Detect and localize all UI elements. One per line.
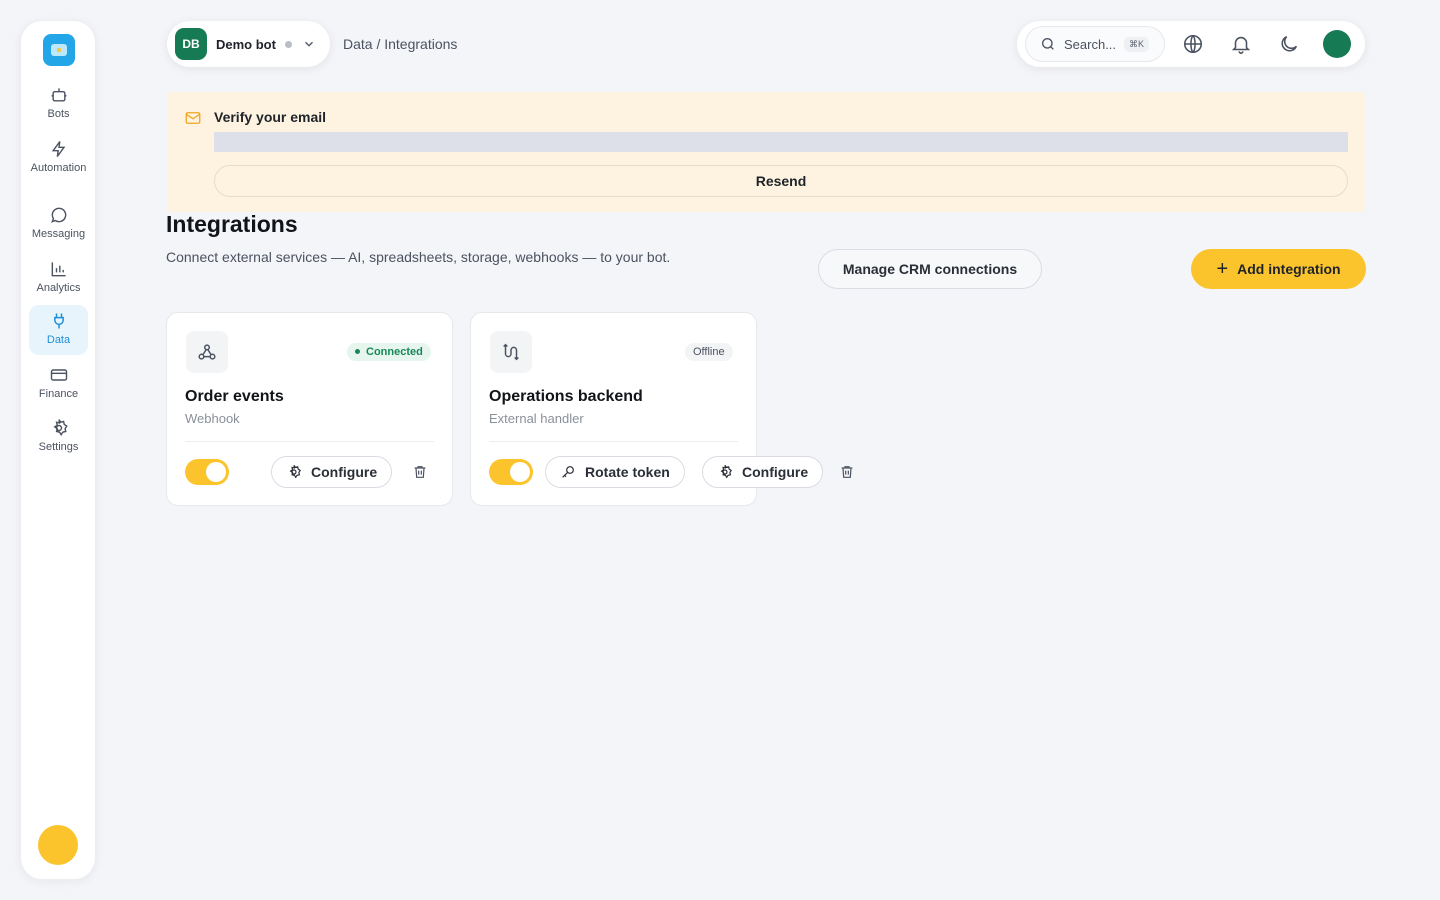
banner-title: Verify your email bbox=[214, 109, 327, 125]
integration-type: Webhook bbox=[185, 411, 240, 426]
key-icon bbox=[562, 466, 574, 478]
search-icon bbox=[1042, 38, 1054, 50]
rotate-token-button[interactable]: Rotate token bbox=[545, 456, 685, 488]
sidebar-item-settings[interactable]: Settings bbox=[29, 412, 88, 453]
gear-icon bbox=[52, 419, 68, 436]
bell-icon[interactable] bbox=[1230, 33, 1252, 55]
moon-icon[interactable] bbox=[1278, 33, 1300, 55]
bot-switcher[interactable]: DB Demo bot bbox=[167, 21, 330, 67]
enable-toggle[interactable] bbox=[489, 459, 533, 485]
gear-icon bbox=[720, 465, 733, 479]
card-divider bbox=[185, 441, 434, 442]
user-avatar[interactable] bbox=[38, 825, 78, 865]
card-divider bbox=[489, 441, 738, 442]
banner-placeholder-bar bbox=[214, 132, 1348, 152]
status-badge: Offline bbox=[685, 343, 733, 361]
integration-card: Offline Operations backend External hand… bbox=[470, 312, 853, 506]
configure-label: Configure bbox=[742, 464, 809, 480]
resend-button[interactable]: Resend bbox=[214, 165, 1348, 197]
search-shortcut: ⌘K bbox=[1124, 36, 1150, 52]
mail-icon bbox=[185, 112, 201, 124]
enable-toggle[interactable] bbox=[185, 459, 229, 485]
sidebar-item-automation[interactable]: Automation bbox=[29, 133, 88, 174]
add-integration-label: Add integration bbox=[1237, 261, 1341, 277]
gear-icon bbox=[289, 465, 302, 479]
plus-icon: + bbox=[1216, 258, 1229, 280]
lightning-icon bbox=[51, 141, 65, 157]
integration-type: External handler bbox=[489, 411, 584, 426]
trash-icon[interactable] bbox=[412, 464, 428, 480]
integration-icon bbox=[186, 331, 228, 373]
app-logo[interactable] bbox=[43, 34, 75, 66]
verify-email-banner: Verify your email Resend bbox=[167, 92, 1365, 212]
page-title: Integrations bbox=[166, 211, 298, 237]
manage-crm-button[interactable]: Manage CRM connections bbox=[818, 249, 1042, 289]
chat-bubble-icon bbox=[50, 207, 66, 223]
sidebar-item-label: Analytics bbox=[36, 282, 81, 294]
chevron-down-icon bbox=[304, 41, 313, 47]
search-placeholder: Search... bbox=[1064, 36, 1117, 52]
integration-name: Operations backend bbox=[489, 388, 643, 405]
breadcrumb: Data / Integrations bbox=[343, 36, 458, 52]
sidebar: Bots Automation Messaging Analytics Data… bbox=[20, 20, 96, 880]
search-input[interactable]: Search... ⌘K bbox=[1025, 26, 1165, 62]
webhook-icon bbox=[198, 344, 216, 360]
bot-icon bbox=[51, 88, 66, 102]
integration-name: Order events bbox=[185, 388, 284, 405]
top-toolbar: Search... ⌘K bbox=[1017, 21, 1365, 67]
rotate-token-label: Rotate token bbox=[585, 464, 670, 480]
configure-button[interactable]: Configure bbox=[271, 456, 393, 488]
bar-chart-icon bbox=[51, 262, 66, 277]
bot-status-dot bbox=[284, 40, 292, 48]
configure-button[interactable]: Configure bbox=[702, 456, 824, 488]
credit-card-icon bbox=[50, 369, 67, 381]
globe-icon[interactable] bbox=[1182, 33, 1204, 55]
sidebar-item-label: Messaging bbox=[31, 228, 86, 240]
page-description: Connect external services — AI, spreadsh… bbox=[166, 249, 671, 265]
bot-avatar: DB bbox=[175, 28, 207, 60]
sidebar-item-messaging[interactable]: Messaging bbox=[29, 199, 88, 240]
integration-icon bbox=[490, 331, 532, 373]
trash-icon[interactable] bbox=[839, 464, 855, 480]
sidebar-item-label: Settings bbox=[38, 441, 79, 453]
sidebar-item-finance[interactable]: Finance bbox=[29, 359, 88, 400]
sidebar-item-label: Data bbox=[46, 334, 71, 346]
sidebar-item-label: Finance bbox=[38, 388, 79, 400]
bot-name: Demo bot bbox=[216, 36, 276, 52]
sidebar-item-bots[interactable]: Bots bbox=[29, 79, 88, 120]
integration-card: Connected Order events Webhook Configure bbox=[166, 312, 453, 506]
plug-icon bbox=[53, 313, 64, 329]
profile-avatar[interactable] bbox=[1323, 30, 1351, 58]
add-integration-button[interactable]: + Add integration bbox=[1191, 249, 1366, 289]
configure-label: Configure bbox=[311, 464, 378, 480]
status-badge: Connected bbox=[347, 343, 431, 361]
sidebar-item-label: Automation bbox=[30, 162, 87, 174]
sidebar-item-data[interactable]: Data bbox=[29, 305, 88, 355]
sidebar-item-label: Bots bbox=[47, 108, 70, 120]
sidebar-item-analytics[interactable]: Analytics bbox=[29, 253, 88, 294]
routing-icon bbox=[503, 343, 519, 361]
